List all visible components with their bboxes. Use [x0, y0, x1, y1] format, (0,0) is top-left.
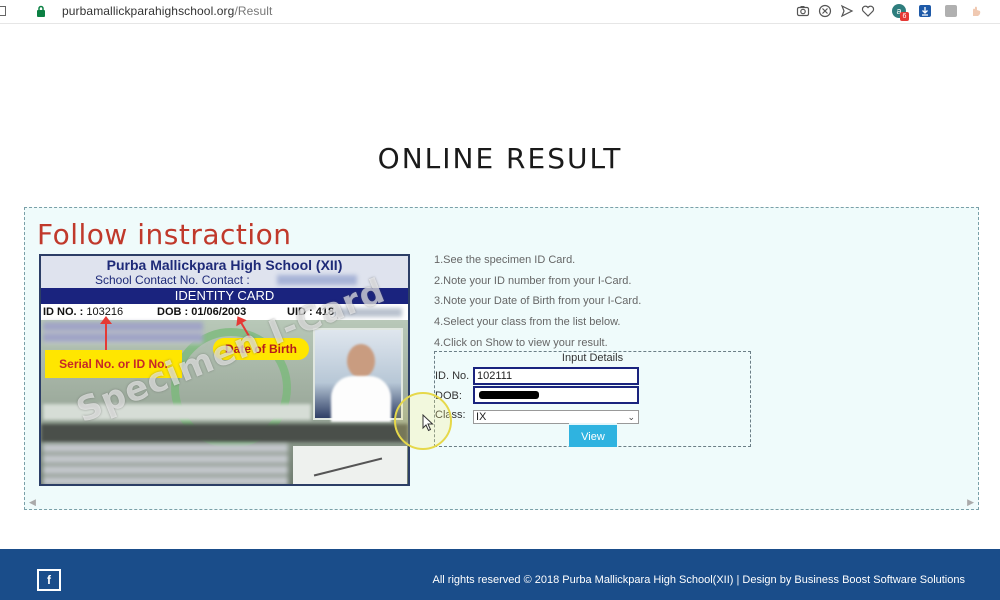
specimen-id-card-image: Purba Mallickpara High School (XII) Scho… — [39, 254, 410, 486]
page-title: ONLINE RESULT — [377, 142, 623, 175]
extension-hand-icon[interactable] — [969, 4, 983, 18]
extension-x-icon[interactable] — [818, 4, 832, 18]
instruction-item: 3.Note your Date of Birth from your I-Ca… — [434, 295, 642, 308]
instruction-item: 2.Note your ID number from your I-Card. — [434, 274, 632, 287]
result-panel: Follow instraction Purba Mallickpara Hig… — [24, 207, 979, 510]
instruction-item: 1.See the specimen ID Card. — [434, 254, 576, 266]
browser-address-bar: purbamallickparahighschool.org/Result a … — [0, 0, 1000, 24]
class-select[interactable]: IX ⌄ — [473, 410, 639, 424]
tab-grid-icon[interactable] — [0, 6, 6, 16]
extension-grey-icon[interactable] — [944, 4, 958, 18]
address-url[interactable]: purbamallickparahighschool.org/Result — [62, 4, 273, 18]
id-no-label: ID. No. — [435, 370, 470, 382]
id-card-signature — [293, 446, 407, 484]
id-no-input[interactable] — [473, 367, 639, 385]
input-details-fieldset: Input Details ID. No. DOB: Class: IX⌄ Vi… — [434, 351, 751, 447]
id-card-school-name: Purba Mallickpara High School (XII) — [106, 257, 343, 273]
mouse-cursor-icon — [422, 414, 434, 432]
footer-copyright: All rights reserved © 2018 Purba Mallick… — [432, 574, 966, 586]
extension-badge-count: 6 — [900, 12, 909, 21]
facebook-icon[interactable]: f — [37, 569, 61, 591]
follow-instruction-heading: Follow instraction — [37, 218, 292, 251]
send-icon[interactable] — [840, 4, 854, 18]
dob-input[interactable] — [473, 386, 639, 404]
instruction-item: 4.Select your class from the list below. — [434, 316, 621, 329]
dob-redaction-scribble — [479, 391, 539, 399]
lock-icon — [37, 5, 45, 17]
id-card-dob-label: DOB : — [157, 306, 189, 318]
id-card-contact: School Contact No. Contact : — [95, 273, 250, 287]
view-button[interactable]: View — [569, 423, 617, 447]
id-card-name-redacted — [43, 322, 203, 344]
horizontal-scrollbar[interactable]: ◀ ▶ — [27, 496, 976, 508]
chevron-down-icon: ⌄ — [627, 412, 635, 422]
instruction-list: 1.See the specimen ID Card. 2.Note your … — [434, 250, 641, 354]
id-card-id-label: ID NO. : — [43, 306, 84, 318]
scroll-right-icon[interactable]: ▶ — [967, 497, 974, 508]
download-icon[interactable] — [918, 4, 932, 18]
class-selected-value: IX — [476, 411, 487, 423]
heart-icon[interactable] — [861, 4, 875, 18]
site-footer: f All rights reserved © 2018 Purba Malli… — [0, 549, 1000, 600]
id-card-photo — [313, 328, 403, 422]
camera-icon[interactable] — [796, 4, 810, 18]
id-card-bank-details-redacted — [43, 444, 288, 484]
scroll-left-icon[interactable]: ◀ — [29, 497, 36, 508]
input-details-legend: Input Details — [561, 352, 624, 364]
